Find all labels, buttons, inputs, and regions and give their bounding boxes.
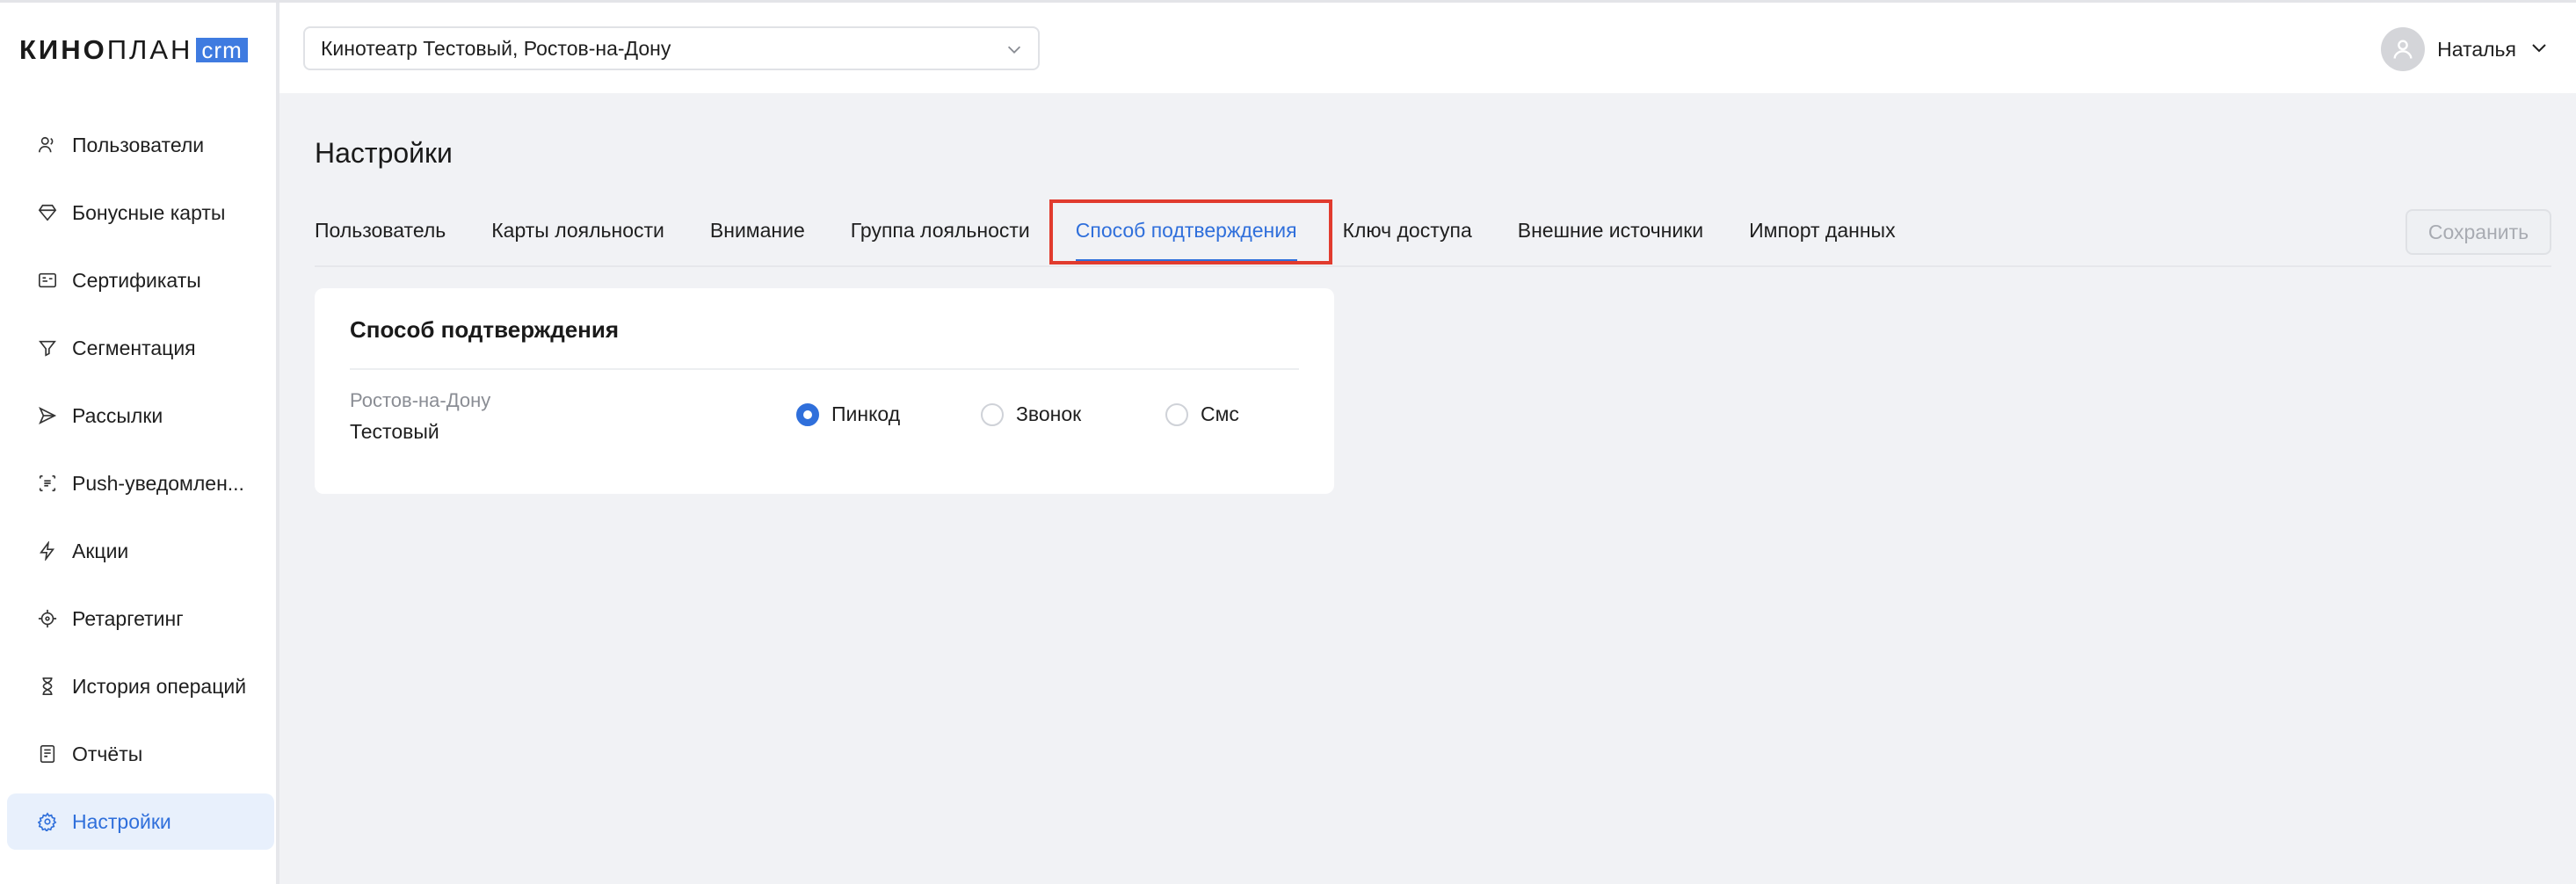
radio-checked-icon [796,402,819,426]
send-icon [37,405,58,426]
logo-kino: КИНО [19,34,107,65]
page-title: Настройки [315,137,453,169]
hourglass-icon [37,676,58,697]
venue-select[interactable]: Кинотеатр Тестовый, Ростов-на-Дону [303,26,1040,70]
sidebar-item-settings[interactable]: Настройки [7,793,274,850]
sidebar-item-promotions[interactable]: Акции [7,523,274,579]
radio-sms[interactable]: Смс [1165,402,1239,426]
radio-label: Звонок [1016,402,1082,425]
sidebar-item-push[interactable]: Push-уведомлен... [7,455,274,511]
lightning-icon [37,540,58,562]
sidebar-item-history[interactable]: История операций [7,658,274,714]
sidebar-item-label: Рассылки [72,403,163,427]
user-menu[interactable]: Наталья [2381,27,2550,71]
sidebar: КИНО ПЛАН crm Пользователи Бонусные карт… [0,3,279,884]
sidebar-item-label: Бонусные карты [72,200,226,224]
tabs-divider [315,265,2551,267]
tab-external-sources[interactable]: Внешние источники [1518,211,1703,250]
report-icon [37,743,58,764]
sidebar-item-users[interactable]: Пользователи [7,117,274,173]
sidebar-item-label: Сертификаты [72,268,201,292]
sidebar-item-retargeting[interactable]: Ретаргетинг [7,591,274,647]
radio-label: Смс [1201,402,1239,425]
tab-access-key[interactable]: Ключ доступа [1343,211,1472,250]
push-icon [37,473,58,494]
logo-plan: ПЛАН [106,34,193,65]
user-name: Наталья [2437,37,2516,61]
radio-label: Пинкод [831,402,901,425]
tab-attention[interactable]: Внимание [710,211,805,250]
confirmation-method-card: Способ подтверждения Ростов-на-Дону Тест… [315,288,1334,494]
gear-icon [37,811,58,832]
radio-unchecked-icon [1165,402,1188,426]
card-title: Способ подтверждения [350,316,620,343]
sidebar-item-mailings[interactable]: Рассылки [7,388,274,444]
sidebar-item-label: Push-уведомлен... [72,471,244,495]
avatar [2381,27,2426,71]
sidebar-nav: Пользователи Бонусные карты Сертификаты … [7,117,274,861]
radio-pincode[interactable]: Пинкод [796,402,900,426]
filter-icon [37,337,58,359]
cinema-label: Тестовый [350,420,439,443]
active-tab-highlight-box [1049,199,1332,264]
sidebar-item-label: Сегментация [72,336,196,359]
venue-select-value: Кинотеатр Тестовый, Ростов-на-Дону [321,36,671,60]
logo[interactable]: КИНО ПЛАН crm [19,33,248,68]
tab-data-import[interactable]: Импорт данных [1749,211,1895,250]
sidebar-item-certificates[interactable]: Сертификаты [7,252,274,308]
chevron-down-icon [2529,37,2550,62]
diamond-icon [37,202,58,223]
tab-loyalty-group[interactable]: Группа лояльности [851,211,1030,250]
users-icon [37,134,58,156]
tab-user[interactable]: Пользователь [315,211,446,250]
save-button[interactable]: Сохранить [2405,209,2551,255]
target-icon [37,608,58,629]
tab-loyalty-cards[interactable]: Карты лояльности [491,211,664,250]
sidebar-item-label: Отчёты [72,742,143,765]
certificate-icon [37,270,58,291]
chevron-down-icon [1005,40,1024,64]
logo-crm: crm [196,38,248,62]
sidebar-item-label: Настройки [72,809,171,833]
sidebar-item-bonus-cards[interactable]: Бонусные карты [7,185,274,241]
radio-call[interactable]: Звонок [981,402,1081,426]
radio-unchecked-icon [981,402,1004,426]
sidebar-item-label: Ретаргетинг [72,606,184,630]
sidebar-item-label: Пользователи [72,133,205,156]
sidebar-item-label: История операций [72,674,247,698]
sidebar-item-segmentation[interactable]: Сегментация [7,320,274,376]
top-header: Кинотеатр Тестовый, Ростов-на-Дону Натал… [279,3,2576,93]
sidebar-item-label: Акции [72,539,129,562]
sidebar-item-reports[interactable]: Отчёты [7,726,274,782]
card-divider [350,368,1299,370]
city-label: Ростов-на-Дону [350,389,491,411]
